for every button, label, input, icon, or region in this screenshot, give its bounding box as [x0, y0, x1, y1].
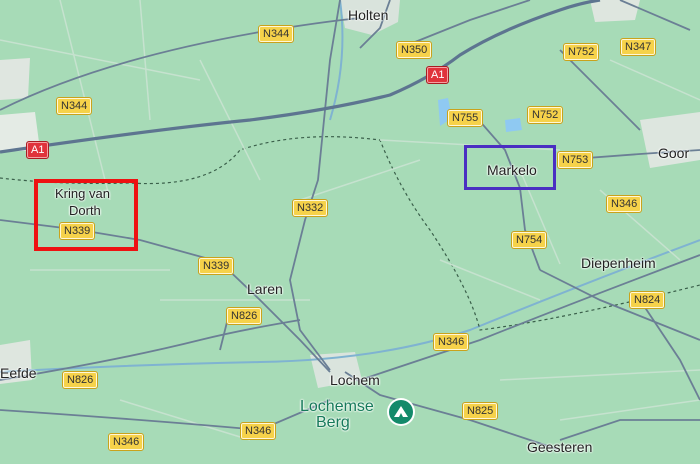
road-shield: N752 — [563, 43, 600, 61]
place-label-holten: Holten — [348, 7, 389, 23]
road-shield: N339 — [198, 257, 235, 275]
motorway-shield: A1 — [426, 66, 450, 84]
road-shield: N752 — [527, 106, 564, 124]
poi-label-line1: Lochemse — [300, 398, 374, 415]
road-shield: N346 — [240, 422, 277, 440]
highlight-box-markelo — [464, 145, 556, 190]
poi-label-line2: Berg — [316, 414, 350, 431]
road-shield: N332 — [292, 199, 329, 217]
road-shield: N755 — [447, 109, 484, 127]
highlight-box-kring-van-dorth — [34, 179, 138, 251]
water — [505, 118, 522, 132]
road-shield: N346 — [108, 433, 145, 451]
road-shield: N753 — [557, 151, 594, 169]
motorway-shield: A1 — [26, 141, 50, 159]
mountain-icon[interactable] — [389, 400, 413, 424]
poi-label-lochemse-berg: Lochemse Berg — [300, 399, 374, 431]
road-shield: N350 — [396, 41, 433, 59]
urban-area — [0, 58, 30, 100]
road-shield: N346 — [606, 195, 643, 213]
road-shield: N754 — [511, 231, 548, 249]
road-shield: N826 — [226, 307, 263, 325]
place-label-diepenheim: Diepenheim — [581, 255, 656, 271]
road-shield: N824 — [629, 291, 666, 309]
place-label-goor: Goor — [658, 145, 690, 161]
road-shield: N826 — [62, 371, 99, 389]
place-label-geesteren: Geesteren — [527, 439, 593, 455]
road-shield: N825 — [462, 402, 499, 420]
road-shield: N346 — [433, 333, 470, 351]
place-label-lochem: Lochem — [330, 372, 380, 388]
road-shield: N344 — [258, 25, 295, 43]
mountain-glyph — [394, 406, 408, 417]
urban-area — [590, 0, 640, 22]
road-shield: N344 — [56, 97, 93, 115]
road-shield: N347 — [620, 38, 657, 56]
map-canvas[interactable]: N344 N344 N350 A1 A1 N752 N347 N755 N752… — [0, 0, 700, 464]
place-label-laren: Laren — [247, 281, 283, 297]
place-label-eefde: Eefde — [0, 365, 37, 381]
